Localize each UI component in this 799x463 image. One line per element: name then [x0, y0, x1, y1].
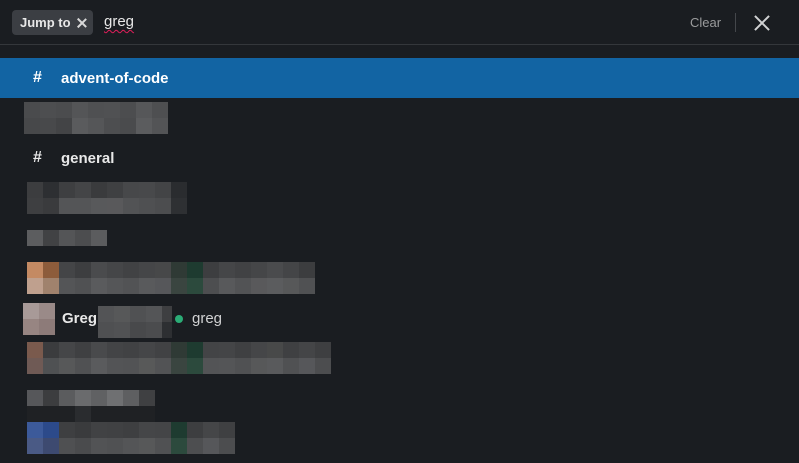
result-channel-general[interactable]: # general [0, 138, 799, 178]
redacted-text [27, 182, 187, 214]
redacted-text [27, 230, 107, 246]
redacted-text [98, 306, 172, 338]
channel-name: advent-of-code [61, 69, 169, 87]
redacted-text [27, 342, 331, 374]
person-username: greg [192, 310, 223, 327]
hash-icon: # [33, 149, 42, 166]
avatar [23, 303, 55, 335]
hash-icon: # [33, 69, 42, 86]
clear-button[interactable]: Clear [690, 15, 721, 30]
channel-name: general [61, 149, 115, 167]
search-bar: Jump to greg Clear [0, 0, 799, 45]
redacted-text [27, 422, 235, 454]
jump-to-chip-label: Jump to [20, 15, 71, 30]
redacted-text [24, 102, 168, 134]
divider [735, 13, 736, 32]
result-channel-advent-of-code[interactable]: # advent-of-code [0, 58, 799, 98]
redacted-text [27, 390, 155, 422]
result-person-greg[interactable]: Greg greg [0, 302, 799, 338]
search-input[interactable]: greg [104, 13, 134, 30]
remove-chip-icon[interactable] [77, 18, 87, 28]
close-icon[interactable] [753, 14, 771, 32]
redacted-text [27, 262, 315, 294]
jump-to-chip[interactable]: Jump to [12, 10, 93, 35]
online-status-icon [175, 315, 183, 323]
person-display-name: Greg [62, 310, 98, 327]
